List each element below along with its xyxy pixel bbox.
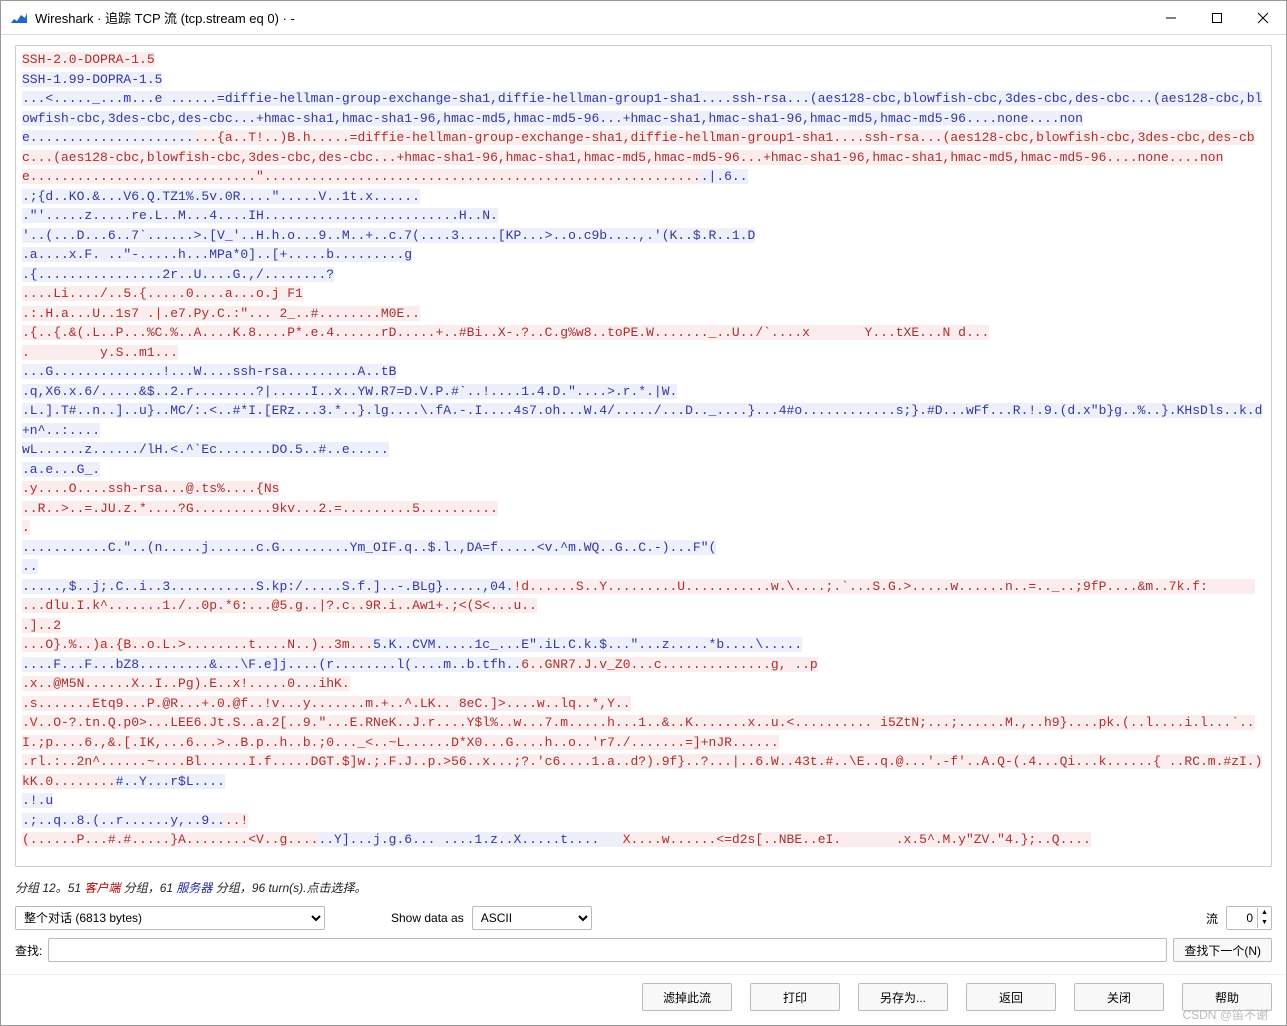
stream-scroll[interactable]: SSH-2.0-DOPRA-1.5 SSH-1.99-DOPRA-1.5 ...… — [15, 45, 1272, 867]
close-button[interactable] — [1240, 1, 1286, 34]
server-text[interactable]: .|.6.. — [701, 169, 748, 184]
find-next-button[interactable]: 查找下一个(N) — [1173, 938, 1272, 962]
server-text[interactable]: ..Y]...j.g.6... ....1.z..X.....t.... — [318, 832, 622, 847]
stream-label: 流 — [1206, 910, 1218, 927]
info-bar[interactable]: 分组 12。51 客户端 分组，61 服务器 分组，96 turn(s).点击选… — [1, 873, 1286, 902]
window-title: Wireshark · 追踪 TCP 流 (tcp.stream eq 0) ·… — [35, 8, 1148, 27]
server-text[interactable]: .;..q..8.(..r......y,..9.. — [22, 813, 225, 828]
server-text[interactable]: .L.].T#..n..]..u}..MC/:.<..#*I.[ERz...3.… — [22, 403, 1262, 438]
client-text[interactable]: . y.S..m1... — [22, 345, 178, 360]
maximize-button[interactable] — [1194, 1, 1240, 34]
server-text[interactable]: .q,X6.x.6/.....&$..2.r........?|.....I..… — [22, 384, 677, 399]
find-input[interactable] — [48, 938, 1167, 962]
print-button[interactable]: 打印 — [750, 983, 840, 1011]
filter-out-button[interactable]: 滤掉此流 — [642, 983, 732, 1011]
server-text[interactable]: SSH-1.99-DOPRA-1.5 — [22, 72, 162, 87]
client-text[interactable]: .V..O-?.tn.Q.p0>...LEE6.Jt.S..a.2[..9.".… — [22, 715, 1255, 750]
stream-content[interactable]: SSH-2.0-DOPRA-1.5 SSH-1.99-DOPRA-1.5 ...… — [16, 46, 1271, 854]
minimize-button[interactable] — [1148, 1, 1194, 34]
spin-up-icon[interactable]: ▲ — [1258, 908, 1271, 918]
server-text[interactable]: .;{d..KO.&...V6.Q.TZ1%.5v.0R....".....V.… — [22, 189, 420, 204]
mid-controls: 整个对话 (6813 bytes) Show data as ASCII 流 ▲… — [1, 902, 1286, 934]
client-text[interactable]: .]..2 — [22, 618, 61, 633]
spin-down-icon[interactable]: ▼ — [1258, 918, 1271, 928]
show-data-as-label: Show data as — [391, 911, 464, 925]
client-text[interactable]: ....Li..../..5.{.....0....a...o.j F1 — [22, 286, 303, 301]
server-text[interactable]: 5.K..CVM.....1c_...E".iL.C.k.$..."...z..… — [373, 637, 802, 652]
close-dialog-button[interactable]: 关闭 — [1074, 983, 1164, 1011]
server-text[interactable]: .{................2r..U....G.,/........? — [22, 267, 334, 282]
server-text[interactable]: .. — [22, 559, 38, 574]
client-text[interactable]: .{..{.&(.L..P...%C.%..A....K.8....P*.e.4… — [22, 325, 989, 340]
wireshark-icon — [11, 10, 27, 26]
client-text[interactable]: (......P...#.#.....}A........<V..g.... — [22, 832, 318, 847]
server-text[interactable]: ."'.....z.....re.L..M...4....IH.........… — [22, 208, 498, 223]
save-as-button[interactable]: 另存为... — [858, 983, 948, 1011]
client-text[interactable]: ...{a..T!..)B.h.....=diffie-hellman-grou… — [22, 130, 1255, 184]
client-text[interactable]: X....w......<=d2s[..NBE..eI. .x.5^.M.y"Z… — [623, 832, 1091, 847]
titlebar: Wireshark · 追踪 TCP 流 (tcp.stream eq 0) ·… — [1, 1, 1286, 35]
conversation-select[interactable]: 整个对话 (6813 bytes) — [15, 906, 325, 930]
server-text[interactable]: ....F...F...bZ8.........&...\F.e]j....(r… — [22, 657, 521, 672]
client-text[interactable]: .s.......Etq9...P.@R...+.0.@f..!v...y...… — [22, 696, 631, 711]
server-text[interactable]: ...G..............!...W....ssh-rsa......… — [22, 364, 396, 379]
stream-number-spinner[interactable]: ▲▼ — [1226, 906, 1272, 930]
format-select[interactable]: ASCII — [472, 906, 592, 930]
client-text[interactable]: . — [22, 520, 30, 535]
server-text[interactable]: .a....x.F. .."-.....h...MPa*0]..[+.....b… — [22, 247, 412, 262]
client-text[interactable]: ..R..>..=.JU.z.*....?G..........9kv...2.… — [22, 501, 498, 516]
help-button[interactable]: 帮助 — [1182, 983, 1272, 1011]
find-label: 查找: — [15, 942, 42, 959]
client-text[interactable]: .x..@M5N......X..I..Pg).E..x!.....0...ih… — [22, 676, 350, 691]
client-text[interactable]: 6..GNR7.J.v_Z0...c..............g, ..p — [521, 657, 817, 672]
client-text[interactable]: ..! — [225, 813, 248, 828]
server-text[interactable]: .!.u — [22, 793, 53, 808]
server-text[interactable]: wL......z....../lH.<.^`Ec.......DO.5..#.… — [22, 442, 389, 457]
server-text[interactable]: #..Y...r$L.... — [116, 774, 225, 789]
client-text[interactable]: .y....O....ssh-rsa...@.ts%....{Ns — [22, 481, 279, 496]
client-text[interactable]: .:.H.a...U..1s7 .|.e7.Py.C.:"... 2_..#..… — [22, 306, 420, 321]
back-button[interactable]: 返回 — [966, 983, 1056, 1011]
client-text[interactable]: SSH-2.0-DOPRA-1.5 — [22, 52, 155, 67]
button-bar: 滤掉此流 打印 另存为... 返回 关闭 帮助 — [1, 974, 1286, 1025]
server-text[interactable]: .....,$..j;.C..i..3...........S.kp:/....… — [22, 579, 513, 594]
server-text[interactable]: ...........C."..(n.....j......c.G.......… — [22, 540, 716, 555]
stream-number-input[interactable] — [1227, 907, 1257, 929]
server-text[interactable]: .a.e...G_. — [22, 462, 100, 477]
find-bar: 查找: 查找下一个(N) — [1, 934, 1286, 974]
server-text[interactable]: '..(...D...6..7`......>.[V_'..H.h.o...9.… — [22, 228, 755, 243]
client-text[interactable]: ...O}.%..)a.{B..o.L.>........t....N..)..… — [22, 637, 373, 652]
